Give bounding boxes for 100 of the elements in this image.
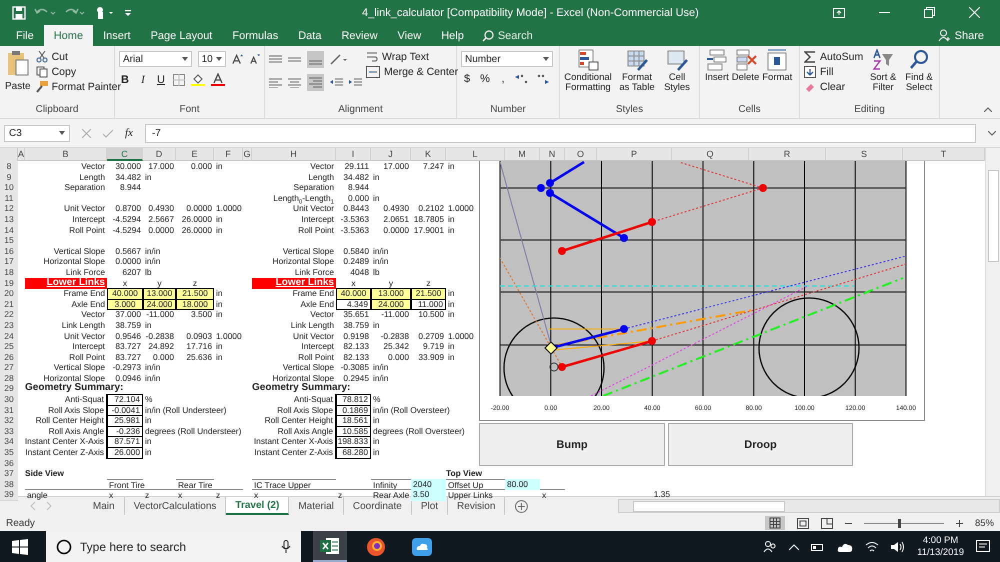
- number-format-field[interactable]: Number: [461, 51, 553, 67]
- bold-button[interactable]: B: [119, 74, 131, 86]
- align-top-icon[interactable]: [269, 54, 282, 64]
- clock-date[interactable]: 11/13/2019: [917, 546, 964, 558]
- minimize-icon[interactable]: [879, 12, 890, 14]
- column-header[interactable]: I: [336, 148, 371, 161]
- row-header[interactable]: 10: [0, 182, 18, 194]
- menu-tab[interactable]: Data: [288, 25, 332, 46]
- zoom-level[interactable]: 85%: [974, 518, 994, 528]
- battery-icon[interactable]: [811, 542, 826, 552]
- column-header[interactable]: H: [252, 148, 336, 161]
- font-color-icon[interactable]: [211, 73, 225, 86]
- share-button[interactable]: Share: [938, 25, 1000, 46]
- touch-mode-icon[interactable]: [94, 6, 116, 20]
- format-painter-button[interactable]: Format Painter: [36, 81, 122, 93]
- row-header[interactable]: 22: [0, 309, 18, 321]
- page-break-icon[interactable]: [820, 518, 833, 528]
- microphone-icon[interactable]: [281, 540, 291, 554]
- column-header[interactable]: J: [371, 148, 411, 161]
- column-header[interactable]: A: [18, 148, 25, 161]
- row-header[interactable]: 30: [0, 394, 18, 406]
- new-sheet-icon[interactable]: [515, 500, 528, 512]
- row-header[interactable]: 8: [0, 161, 18, 173]
- column-header[interactable]: G: [243, 148, 252, 161]
- merge-center-button[interactable]: Merge & Center: [366, 66, 458, 78]
- row-header[interactable]: 39: [0, 489, 18, 501]
- formula-field[interactable]: -7: [144, 124, 976, 142]
- customize-icon[interactable]: [124, 8, 132, 16]
- zoom-in-icon[interactable]: [956, 520, 963, 526]
- cloud-icon[interactable]: [837, 542, 854, 552]
- row-header[interactable]: 12: [0, 203, 18, 215]
- grow-font-icon[interactable]: [232, 53, 243, 65]
- normal-view-icon[interactable]: [764, 516, 785, 530]
- search-field[interactable]: Type here to search: [80, 540, 273, 554]
- align-center-icon[interactable]: [288, 78, 301, 88]
- vertical-scrollbar[interactable]: [985, 148, 1000, 496]
- row-header[interactable]: 23: [0, 320, 18, 332]
- row-header[interactable]: 20: [0, 288, 18, 300]
- menu-tab[interactable]: Help: [431, 25, 474, 46]
- column-header[interactable]: F: [214, 148, 243, 161]
- name-box[interactable]: C3: [4, 124, 70, 142]
- column-header[interactable]: K: [411, 148, 446, 161]
- row-header[interactable]: 15: [0, 235, 18, 247]
- percent-button[interactable]: %: [479, 73, 491, 85]
- paste-button[interactable]: Paste: [4, 49, 32, 92]
- zoom-thumb[interactable]: [898, 518, 902, 528]
- increase-indent-icon[interactable]: [349, 78, 362, 88]
- format-button[interactable]: Format: [761, 49, 794, 84]
- taskbar-search-box[interactable]: Type here to search: [46, 531, 301, 562]
- fill-button[interactable]: Fill: [804, 66, 864, 78]
- decrease-indent-icon[interactable]: [330, 78, 343, 88]
- row-header[interactable]: 34: [0, 436, 18, 448]
- search-field[interactable]: Search: [498, 30, 548, 42]
- align-right-icon[interactable]: [307, 74, 324, 91]
- cloud-app-icon[interactable]: [412, 538, 432, 556]
- windows-start-icon[interactable]: [12, 538, 28, 554]
- delete-button[interactable]: Delete: [730, 49, 760, 84]
- row-header[interactable]: 25: [0, 341, 18, 353]
- taskbar-button[interactable]: [313, 531, 347, 562]
- orientation-icon[interactable]: [330, 54, 348, 66]
- sheet-tab[interactable]: Travel (2): [226, 497, 290, 515]
- align-middle-icon[interactable]: [288, 54, 301, 64]
- menu-tab[interactable]: Review: [331, 25, 388, 46]
- wifi-icon[interactable]: [865, 540, 880, 552]
- column-header[interactable]: E: [176, 148, 214, 161]
- ribbon-display-icon[interactable]: [833, 8, 845, 18]
- align-bottom-icon[interactable]: [307, 51, 324, 68]
- autosum-button[interactable]: AutoSum: [804, 51, 864, 63]
- cell-styles-button[interactable]: Cell Styles: [662, 49, 692, 94]
- borders-icon[interactable]: [173, 74, 185, 86]
- menu-tab[interactable]: Home: [44, 25, 94, 46]
- row-header[interactable]: 29: [0, 383, 18, 396]
- row-header[interactable]: 13: [0, 214, 18, 226]
- align-left-icon[interactable]: [269, 78, 282, 88]
- copy-button[interactable]: Copy: [36, 66, 122, 78]
- expand-icon[interactable]: [988, 130, 996, 136]
- increase-decimal-icon[interactable]: [515, 73, 529, 85]
- macro-button[interactable]: Bump: [479, 423, 665, 466]
- volume-icon[interactable]: [891, 540, 906, 552]
- menu-tab[interactable]: View: [388, 25, 432, 46]
- column-header[interactable]: D: [143, 148, 176, 161]
- restore-icon[interactable]: [924, 7, 935, 18]
- conditional-formatting-button[interactable]: Conditional Formatting: [564, 49, 612, 94]
- row-header[interactable]: 35: [0, 447, 18, 459]
- shrink-font-icon[interactable]: [248, 53, 260, 65]
- find-select-button[interactable]: Find & Select: [903, 49, 935, 94]
- comma-style-button[interactable]: ,: [497, 73, 509, 85]
- macro-button[interactable]: Droop: [668, 423, 853, 466]
- font-name-field[interactable]: Arial: [119, 51, 192, 67]
- format-as-table-button[interactable]: Format as Table: [616, 49, 658, 94]
- page-layout-icon[interactable]: [796, 518, 809, 528]
- menu-tab[interactable]: Insert: [93, 25, 141, 46]
- chevron-up-icon[interactable]: [789, 544, 800, 550]
- wrap-text-button[interactable]: Wrap Text: [366, 51, 458, 63]
- italic-button[interactable]: I: [137, 74, 149, 86]
- sort-filter-button[interactable]: Sort & Filter: [867, 49, 900, 94]
- fill-color-icon[interactable]: [191, 73, 205, 86]
- menu-tab[interactable]: Page Layout: [140, 25, 222, 46]
- decrease-decimal-icon[interactable]: [535, 73, 549, 85]
- browser-icon[interactable]: [366, 536, 386, 556]
